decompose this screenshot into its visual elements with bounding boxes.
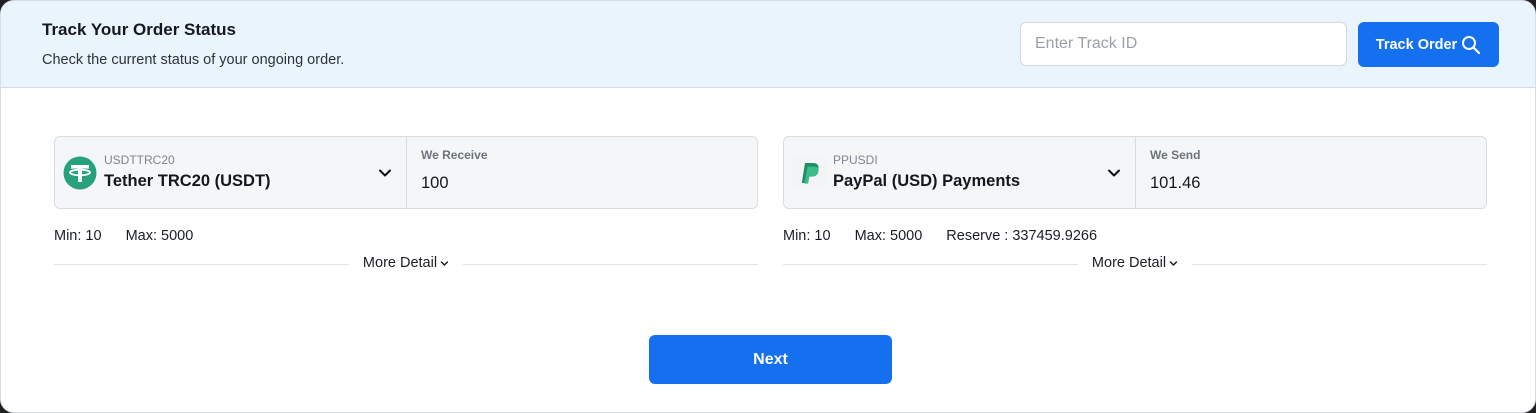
track-id-input[interactable] <box>1020 22 1347 66</box>
send-exchange-box: USDTTRC20 Tether TRC20 (USDT) We Receive <box>54 136 758 209</box>
receive-more-detail-toggle[interactable]: More Detail <box>1077 255 1193 271</box>
tracker-title: Track Your Order Status <box>42 20 236 39</box>
send-min: Min: 10 <box>54 228 102 244</box>
receive-limits: Min: 10 Max: 5000 Reserve : 337459.9266 <box>783 228 1097 244</box>
send-amount-input[interactable] <box>421 171 741 195</box>
send-currency-code: USDTTRC20 <box>104 153 175 167</box>
send-currency-name: Tether TRC20 (USDT) <box>104 172 271 190</box>
send-currency-select[interactable]: USDTTRC20 Tether TRC20 (USDT) <box>55 137 407 208</box>
send-more-detail-toggle[interactable]: More Detail <box>348 255 464 271</box>
receive-min: Min: 10 <box>783 228 831 244</box>
more-detail-label: More Detail <box>362 255 438 271</box>
tracker-subtitle: Check the current status of your ongoing… <box>42 52 345 68</box>
receive-exchange-box: PPUSDI PayPal (USD) Payments We Send <box>783 136 1487 209</box>
we-receive-label: We Receive <box>421 148 488 162</box>
receive-amount-box: We Receive <box>407 137 757 208</box>
we-send-label: We Send <box>1150 148 1201 162</box>
send-limits: Min: 10 Max: 5000 <box>54 228 193 244</box>
receive-currency-select[interactable]: PPUSDI PayPal (USD) Payments <box>784 137 1136 208</box>
receive-detail-row: More Detail <box>783 255 1487 275</box>
chevron-down-icon <box>379 169 391 177</box>
search-icon <box>1462 35 1481 54</box>
receive-max: Max: 5000 <box>854 228 923 244</box>
receive-currency-code: PPUSDI <box>833 153 878 167</box>
more-detail-label: More Detail <box>1091 255 1167 271</box>
chevron-down-icon <box>1108 169 1120 177</box>
receive-currency-name: PayPal (USD) Payments <box>833 172 1021 190</box>
chevron-down-icon <box>440 260 449 266</box>
chevron-down-icon <box>1169 260 1178 266</box>
next-button[interactable]: Next <box>649 335 892 384</box>
send-max: Max: 5000 <box>125 228 194 244</box>
receive-amount-input[interactable] <box>1150 171 1470 195</box>
send-detail-row: More Detail <box>54 255 758 275</box>
order-tracker-bar: Track Your Order Status Check the curren… <box>1 1 1535 88</box>
track-order-label: Track Order <box>1375 36 1458 53</box>
send-amount-box: We Send <box>1136 137 1486 208</box>
exchange-card: Track Your Order Status Check the curren… <box>0 0 1536 413</box>
receive-reserve: Reserve : 337459.9266 <box>946 228 1098 244</box>
tether-logo-icon <box>63 156 97 190</box>
paypal-logo-icon <box>792 156 826 190</box>
track-order-button[interactable]: Track Order <box>1358 22 1499 67</box>
